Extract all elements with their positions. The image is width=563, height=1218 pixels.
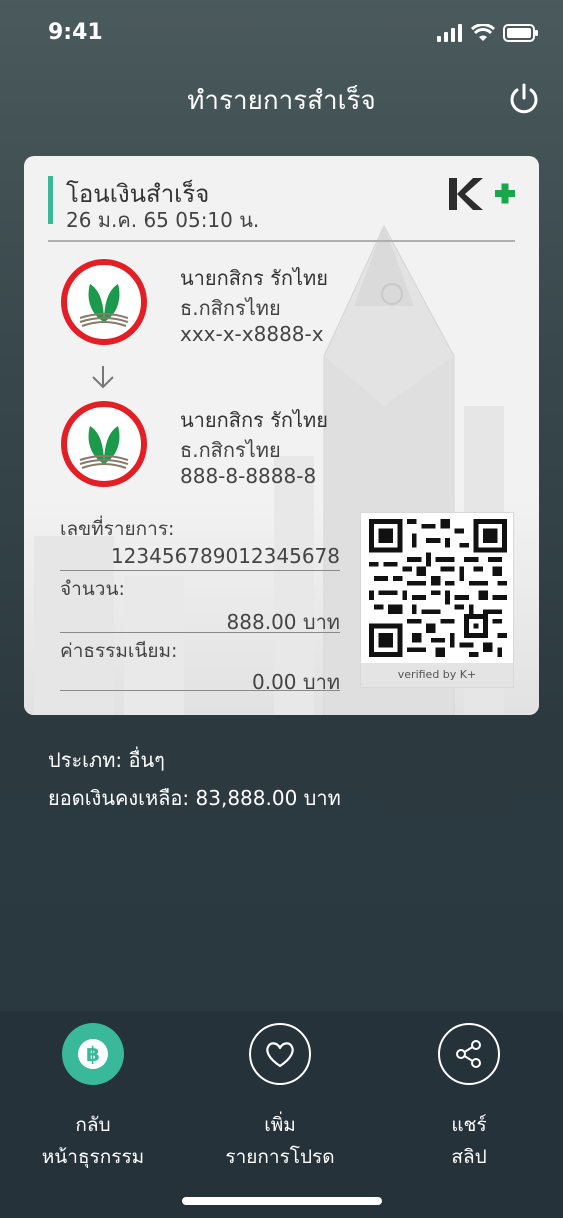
sender-bank: ธ.กสิกรไทย xyxy=(180,296,281,320)
action-label: แชร์ สลิป xyxy=(451,1114,487,1168)
transaction-id-value: 12345678901234567​8 xyxy=(110,544,340,568)
action-label: กลับ หน้าธุรกรรม xyxy=(41,1114,145,1168)
transaction-type: ประเภท: อื่นๆ xyxy=(48,748,165,772)
fee-value: 0.00 บาท xyxy=(252,670,340,694)
sender-name: นายกสิกร รักไทย xyxy=(180,266,328,290)
slip-divider xyxy=(48,240,515,242)
arrow-down-icon xyxy=(92,366,114,389)
kbank-logo-icon xyxy=(61,259,147,345)
wifi-icon xyxy=(471,24,495,41)
heart-icon xyxy=(249,1023,311,1085)
field-rule xyxy=(60,632,340,633)
share-icon xyxy=(438,1023,500,1085)
bottom-action-bar: ฿ กลับ หน้าธุรกรรม เพิ่ม รายการโปรด แชร์… xyxy=(0,1011,563,1218)
page-title: ทำรายการสำเร็จ xyxy=(187,86,376,116)
back-to-transactions-button[interactable]: ฿ กลับ หน้าธุรกรรม xyxy=(3,1023,183,1173)
receiver-name: นายกสิกร รักไทย xyxy=(180,408,328,432)
status-icons xyxy=(437,24,539,42)
signal-icon xyxy=(437,24,462,42)
amount-label: จำนวน: xyxy=(60,578,125,600)
verification-qr[interactable]: verified by K+ xyxy=(360,512,514,688)
accent-bar xyxy=(48,176,53,224)
receiver-account: 888-8-8888-8 xyxy=(180,464,317,488)
status-time: 9:41 xyxy=(48,20,103,45)
power-icon[interactable] xyxy=(507,82,541,116)
baht-icon: ฿ xyxy=(62,1023,124,1085)
qr-caption: verified by K+ xyxy=(361,663,513,687)
action-label: เพิ่ม รายการโปรด xyxy=(225,1114,335,1168)
field-rule xyxy=(60,570,340,571)
status-bar: 9:41 xyxy=(0,0,563,70)
battery-icon xyxy=(503,24,538,42)
add-favorite-button[interactable]: เพิ่ม รายการโปรด xyxy=(190,1023,370,1173)
sender-account: xxx-x-x8888-x xyxy=(180,322,324,346)
svg-text:฿: ฿ xyxy=(86,1042,100,1066)
kplus-logo xyxy=(449,178,515,210)
kbank-logo-icon xyxy=(61,401,147,487)
field-rule xyxy=(60,690,340,691)
fee-label: ค่าธรรมเนียม: xyxy=(60,640,178,662)
share-slip-button[interactable]: แชร์ สลิป xyxy=(379,1023,559,1173)
remaining-balance: ยอดเงินคงเหลือ: 83,888.00 บาท xyxy=(48,786,341,810)
qr-code xyxy=(369,519,507,657)
receiver-bank: ธ.กสิกรไทย xyxy=(180,438,281,462)
amount-value: 888.00 บาท xyxy=(226,610,340,634)
home-indicator[interactable] xyxy=(182,1197,382,1205)
transaction-id-label: เลขที่รายการ: xyxy=(60,518,175,540)
slip-datetime: 26 ม.ค. 65 05:10 น. xyxy=(66,208,260,232)
transfer-slip-card: โอนเงินสำเร็จ 26 ม.ค. 65 05:10 น. นายกสิ… xyxy=(24,156,539,715)
